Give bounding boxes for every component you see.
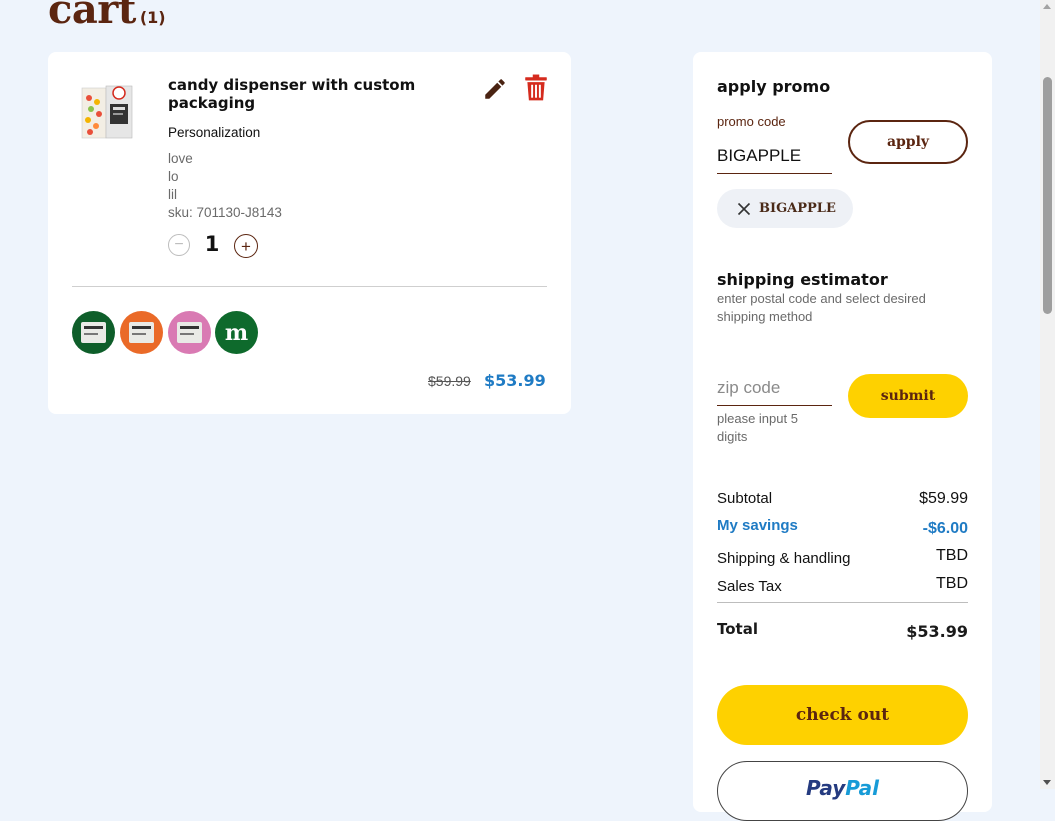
zip-hint: please input 5 digits: [717, 411, 798, 444]
pencil-icon: [485, 79, 505, 99]
item-sku: sku: 701130-J8143: [168, 205, 282, 220]
edit-item-button[interactable]: [482, 76, 508, 102]
summary-divider: [717, 602, 968, 603]
shipping-handling-label: Shipping & handling: [717, 550, 851, 567]
personalization-line: love: [168, 151, 193, 166]
shipping-handling-value: TBD: [936, 547, 968, 564]
shipping-heading: shipping estimator: [717, 270, 888, 289]
paypal-logo: PayPal: [805, 776, 880, 800]
quantity-increase-button[interactable]: +: [234, 234, 258, 258]
scroll-down-arrow-icon[interactable]: [1043, 780, 1051, 785]
apply-promo-button[interactable]: apply: [848, 120, 968, 164]
subtotal-value: $59.99: [919, 490, 968, 507]
personalization-label: Personalization: [168, 125, 261, 140]
cart-count: (1): [139, 8, 166, 27]
scrollbar[interactable]: [1040, 0, 1055, 789]
paypal-button[interactable]: PayPal: [717, 761, 968, 821]
product-thumbnail[interactable]: [80, 80, 136, 142]
sales-tax-value: TBD: [936, 575, 968, 592]
quantity-value: 1: [204, 232, 220, 256]
current-price: $53.99: [484, 371, 546, 390]
scrollbar-thumb[interactable]: [1043, 77, 1052, 314]
delete-item-button[interactable]: [523, 74, 549, 102]
savings-label: My savings: [717, 517, 798, 534]
personalization-line: lo: [168, 169, 179, 184]
green-m-swatch[interactable]: m: [215, 311, 258, 354]
subtotal-label: Subtotal: [717, 490, 773, 507]
item-name[interactable]: candy dispenser with custom packaging: [168, 76, 468, 112]
shipping-description: enter postal code and select desired shi…: [717, 291, 926, 324]
savings-value: -$6.00: [922, 520, 968, 537]
submit-zip-button[interactable]: submit: [848, 374, 968, 418]
green-label-swatch[interactable]: [72, 311, 115, 354]
total-value: $53.99: [906, 622, 968, 641]
promo-heading: apply promo: [717, 77, 831, 96]
personalization-line: lil: [168, 187, 177, 202]
sales-tax-label: Sales Tax: [717, 578, 782, 595]
applied-promo-chip[interactable]: BIGAPPLE: [717, 189, 853, 228]
quantity-decrease-button[interactable]: −: [168, 234, 190, 256]
page-title-text: cart: [48, 0, 136, 33]
pink-label-swatch[interactable]: [168, 311, 211, 354]
scroll-up-arrow-icon[interactable]: [1043, 4, 1051, 9]
promo-code-input[interactable]: [717, 139, 832, 174]
total-label: Total: [717, 620, 758, 638]
item-divider: [72, 286, 547, 287]
promo-code-label: promo code: [717, 114, 786, 129]
checkout-button[interactable]: check out: [717, 685, 968, 745]
original-price: $59.99: [428, 373, 471, 389]
page-title: cart (1): [48, 0, 166, 33]
orange-label-swatch[interactable]: [120, 311, 163, 354]
applied-promo-code: BIGAPPLE: [759, 201, 836, 216]
close-icon[interactable]: [737, 202, 751, 216]
zip-code-input[interactable]: [717, 371, 832, 406]
trash-icon: [525, 74, 547, 101]
